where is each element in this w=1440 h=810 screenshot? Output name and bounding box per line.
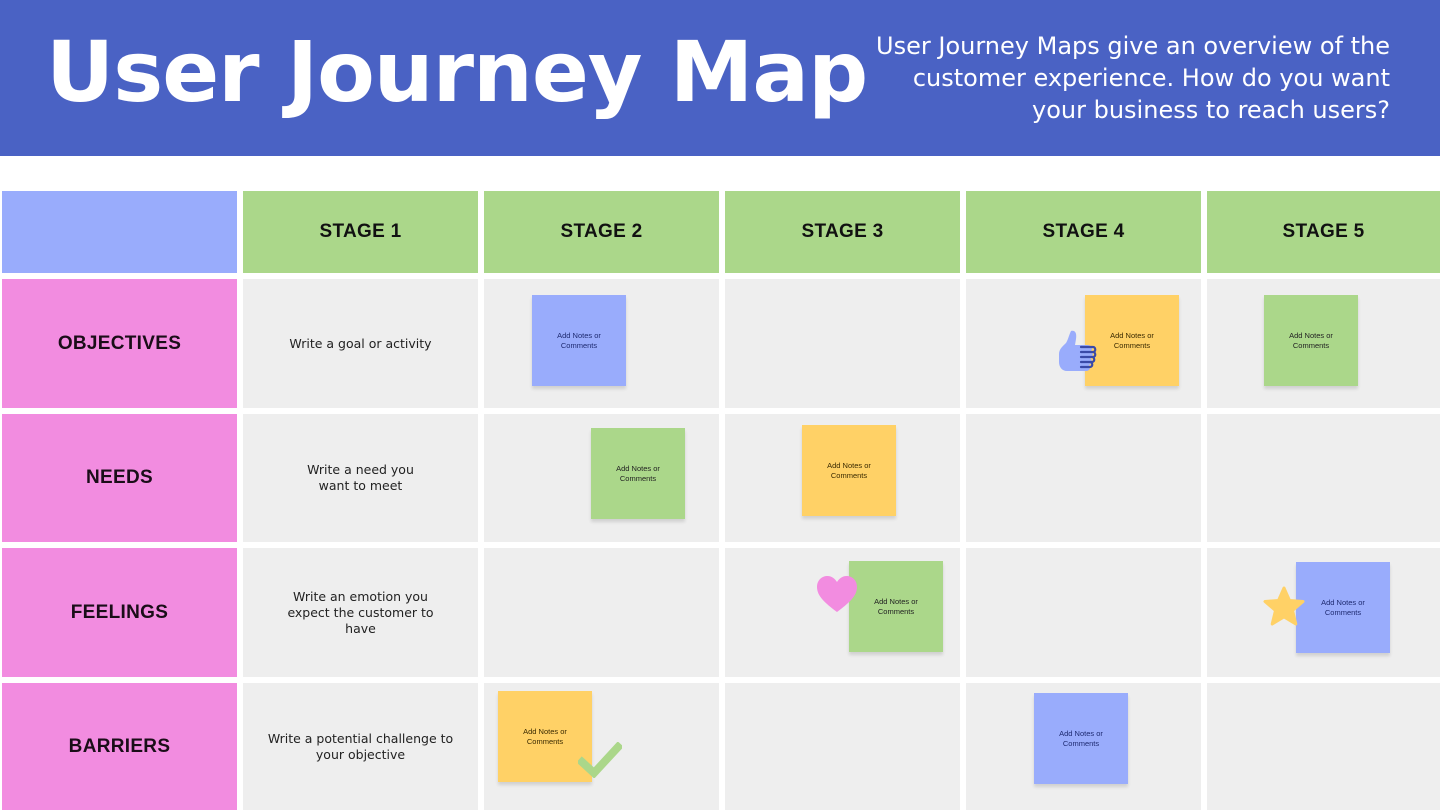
thumbs-up-icon[interactable] [1057, 329, 1099, 373]
cell-objectives-stage-3[interactable] [725, 279, 960, 408]
prompt-barriers[interactable]: Write a potential challenge to your obje… [243, 683, 478, 810]
sticky-note-feelings-stage-5[interactable]: Add Notes or Comments [1296, 562, 1390, 653]
cell-feelings-stage-2[interactable] [484, 548, 719, 677]
row-header-needs[interactable]: NEEDS [2, 414, 237, 542]
sticky-note-needs-stage-3[interactable]: Add Notes or Comments [802, 425, 896, 516]
banner-description: User Journey Maps give an overview of th… [876, 32, 1390, 124]
cell-feelings-stage-4[interactable] [966, 548, 1201, 677]
stage-header-5[interactable]: STAGE 5 [1207, 191, 1440, 273]
stage-header-4[interactable]: STAGE 4 [966, 191, 1201, 273]
prompt-needs[interactable]: Write a need you want to meet [243, 414, 478, 542]
cell-needs-stage-4[interactable] [966, 414, 1201, 542]
sticky-note-needs-stage-2[interactable]: Add Notes or Comments [591, 428, 685, 519]
cell-barriers-stage-3[interactable] [725, 683, 960, 810]
sticky-note-objectives-stage-5[interactable]: Add Notes or Comments [1264, 295, 1358, 386]
star-icon[interactable] [1262, 586, 1306, 628]
cell-needs-stage-5[interactable] [1207, 414, 1440, 542]
sticky-note-barriers-stage-4[interactable]: Add Notes or Comments [1034, 693, 1128, 784]
row-header-feelings[interactable]: FEELINGS [2, 548, 237, 677]
row-header-objectives[interactable]: OBJECTIVES [2, 279, 237, 408]
stage-header-3[interactable]: STAGE 3 [725, 191, 960, 273]
checkmark-icon[interactable] [578, 742, 622, 778]
sticky-note-feelings-stage-3[interactable]: Add Notes or Comments [849, 561, 943, 652]
page-title: User Journey Map [46, 23, 868, 121]
sticky-note-objectives-stage-4[interactable]: Add Notes or Comments [1085, 295, 1179, 386]
row-header-barriers[interactable]: BARRIERS [2, 683, 237, 810]
stage-header-1[interactable]: STAGE 1 [243, 191, 478, 273]
prompt-objectives[interactable]: Write a goal or activity [243, 279, 478, 408]
sticky-note-objectives-stage-2[interactable]: Add Notes or Comments [532, 295, 626, 386]
stage-header-2[interactable]: STAGE 2 [484, 191, 719, 273]
prompt-feelings[interactable]: Write an emotion you expect the customer… [243, 548, 478, 677]
corner-cell [2, 191, 237, 273]
cell-barriers-stage-5[interactable] [1207, 683, 1440, 810]
heart-icon[interactable] [815, 575, 859, 613]
title-banner: User Journey Map User Journey Maps give … [0, 0, 1440, 156]
